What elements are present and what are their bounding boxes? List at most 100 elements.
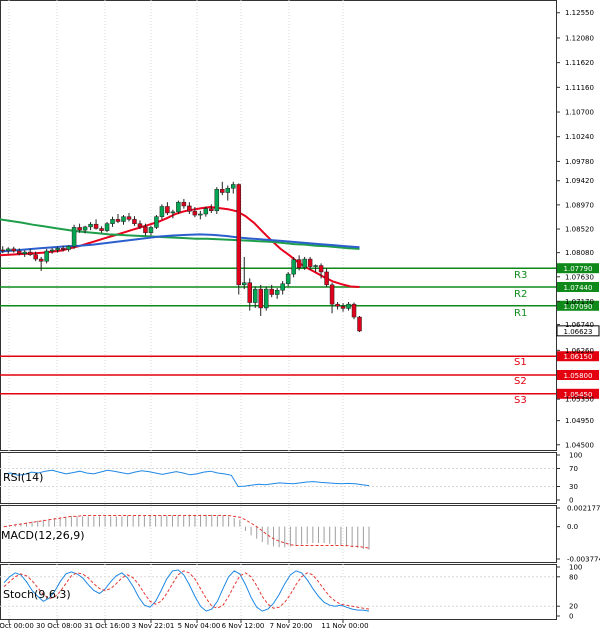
bearish-candle (209, 208, 214, 212)
stoch-tick-label: 20 (569, 603, 578, 611)
bullish-candle (154, 216, 159, 228)
bullish-candle (274, 289, 280, 295)
bullish-candle (22, 251, 27, 254)
price-tick-label: 1.04500 (565, 441, 594, 449)
bullish-candle (346, 303, 351, 309)
bullish-candle (55, 248, 60, 251)
moving-averages (0, 205, 360, 288)
bearish-candle (340, 306, 346, 309)
bearish-candle (187, 205, 192, 212)
rsi-line (3, 469, 370, 488)
bullish-candle (263, 288, 269, 309)
stoch-tick-label: 0 (569, 613, 573, 621)
moving-average-green (0, 218, 360, 250)
bullish-candle (71, 227, 77, 247)
bullish-candle (241, 282, 247, 286)
stoch-tick-label: 80 (569, 573, 578, 581)
time-tick-label: 11 Nov 00:00 (321, 622, 368, 630)
bullish-candle (66, 245, 71, 250)
time-tick-label: 5 Nov 04:00 (178, 622, 221, 630)
pane-frame-3 (0, 564, 557, 620)
bearish-candle (269, 288, 274, 295)
price-axis: 1.12550 1.12080 1.11620 1.11160 1.10700 1.102… (556, 9, 600, 621)
time-tick-label: 3 Nov 22:01 (132, 622, 175, 630)
price-tick-label: 1.07630 (565, 273, 594, 281)
time-axis: 29 Oct 00:0030 Oct 08:0031 Oct 16:003 No… (0, 619, 369, 630)
bearish-candle (247, 282, 252, 303)
price-tick-label: 1.11620 (565, 59, 594, 67)
price-tick-label: 1.10240 (565, 133, 594, 141)
time-tick-label: 30 Oct 08:00 (36, 622, 82, 630)
bullish-candle (49, 249, 55, 252)
price-tick-label: 1.08970 (565, 201, 594, 209)
bullish-candle (148, 227, 154, 234)
pane-frame-0 (0, 0, 557, 451)
price-tick-label: 1.04950 (565, 417, 594, 425)
bearish-candle (236, 184, 242, 286)
price-tick-label: 1.09420 (565, 177, 594, 185)
level-price-label: 1.07790 (564, 265, 593, 273)
bullish-candle (231, 184, 236, 189)
pane-frame-1 (0, 452, 557, 504)
bearish-candle (137, 223, 143, 228)
bearish-candle (132, 219, 137, 224)
bearish-candle (33, 254, 38, 260)
bearish-candle (99, 228, 104, 231)
bullish-candle (5, 248, 11, 251)
bullish-candle (104, 223, 110, 231)
chart-panes (0, 0, 557, 620)
bearish-candle (0, 249, 5, 252)
forex-chart: R31.07790R21.07440R11.07090S1 1.06150S2 1.… (0, 0, 600, 630)
bearish-candle (165, 206, 170, 214)
stoch-title: Stoch(9,6,3) (3, 588, 71, 601)
price-tick-label: 1.10700 (565, 109, 594, 117)
time-tick-label: 7 Nov 20:00 (270, 622, 313, 630)
bullish-candle (159, 206, 165, 217)
bearish-candle (143, 226, 148, 234)
bullish-candle (110, 219, 115, 224)
time-tick-label: 31 Oct 16:00 (84, 622, 130, 630)
bearish-candle (192, 211, 198, 216)
level-name-r3: R3 (514, 270, 527, 281)
bullish-candle (44, 250, 49, 262)
bearish-candle (38, 258, 44, 262)
level-name-r2: R2 (514, 289, 527, 300)
bullish-candle (198, 213, 203, 216)
bullish-candle (121, 216, 126, 222)
gridlines (0, 0, 556, 619)
bearish-candle (335, 303, 340, 307)
support-resistance-levels: R31.07790R21.07440R11.07090S1 1.06150S2 1.… (0, 263, 600, 406)
bearish-candle (60, 248, 66, 250)
bearish-candle (329, 284, 335, 305)
bullish-candle (291, 259, 296, 275)
bullish-candle (176, 201, 181, 213)
level-price-label: 1.05800 (564, 372, 593, 380)
level-name-s1: S1 (514, 357, 527, 368)
bearish-candle (307, 258, 313, 267)
bearish-candle (258, 288, 263, 309)
candles (0, 181, 362, 333)
level-price-label: 1.07440 (564, 284, 593, 292)
bearish-candle (93, 223, 99, 229)
bullish-candle (313, 265, 318, 267)
price-tick-label: 1.12550 (565, 9, 594, 17)
price-tick-label: 1.06740 (565, 321, 594, 329)
bullish-candle (280, 283, 285, 291)
bullish-candle (203, 208, 209, 215)
macd-tick-label: -0.003774 (567, 556, 600, 564)
price-tick-label: 1.09780 (565, 158, 594, 166)
bearish-candle (16, 250, 22, 254)
rsi-tick-label: 70 (569, 465, 578, 473)
macd-title: MACD(12,26,9) (1, 529, 85, 542)
time-tick-label: 29 Oct 00:00 (0, 622, 34, 630)
macd-tick-label: 0.002177 (567, 505, 600, 513)
bearish-candle (357, 316, 362, 332)
rsi-tick-label: 0 (569, 497, 573, 505)
bullish-candle (285, 273, 291, 285)
price-tick-label: 1.07170 (565, 298, 594, 306)
price-tick-label: 1.06260 (565, 347, 594, 355)
bullish-candle (88, 223, 93, 228)
level-name-s2: S2 (514, 376, 527, 387)
price-tick-label: 1.12080 (565, 34, 594, 42)
bearish-candle (351, 303, 357, 318)
